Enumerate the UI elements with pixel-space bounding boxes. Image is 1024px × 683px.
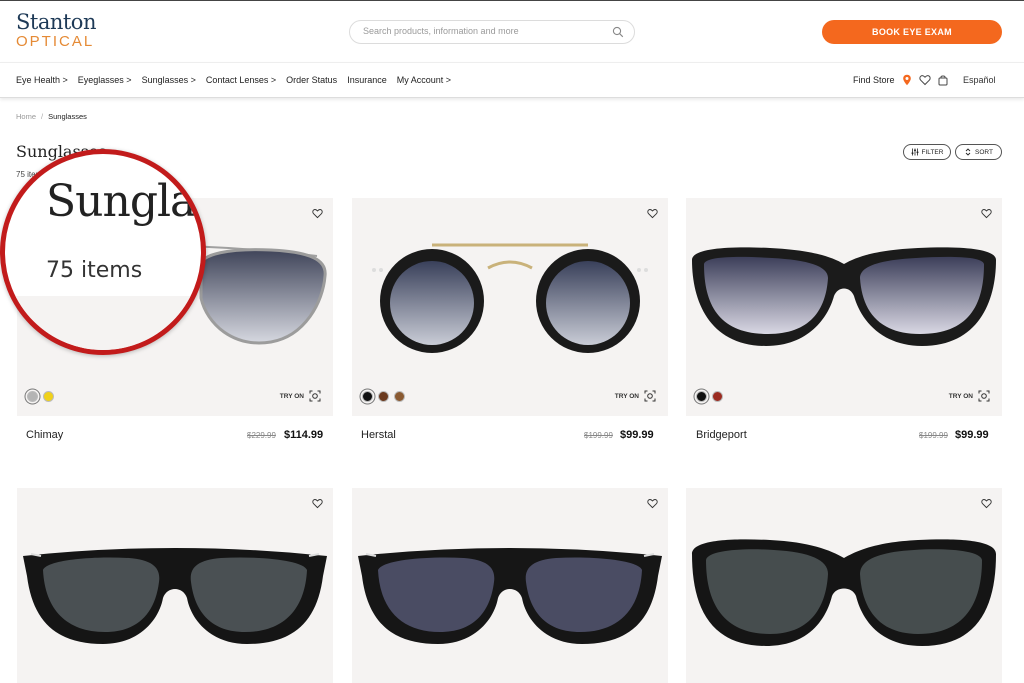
original-price: $199.99 — [584, 431, 613, 440]
sort-label: SORT — [975, 148, 993, 156]
product-image-bridgeport[interactable] — [690, 238, 998, 363]
original-price: $199.99 — [919, 431, 948, 440]
logo-main-text: Stanton — [16, 10, 96, 34]
magnified-item-count: 75 items — [46, 258, 143, 283]
color-swatch[interactable] — [43, 391, 54, 402]
find-store-link[interactable]: Find Store — [853, 75, 895, 85]
location-pin-icon[interactable] — [901, 74, 913, 86]
language-switch[interactable]: Español — [963, 75, 996, 85]
search-input[interactable] — [363, 26, 603, 36]
book-eye-exam-button[interactable]: BOOK EYE EXAM — [822, 20, 1002, 44]
color-swatches — [27, 391, 54, 402]
favorite-heart-icon[interactable] — [647, 208, 658, 219]
logo[interactable]: Stanton OPTICAL — [16, 11, 96, 50]
main-nav: Eye Health > Eyeglasses > Sunglasses > C… — [0, 62, 1024, 98]
color-swatch[interactable] — [394, 391, 405, 402]
product-card[interactable] — [17, 488, 333, 683]
try-on-button[interactable]: TRY ON — [615, 390, 656, 402]
logo-sub-text: OPTICAL — [16, 33, 95, 50]
product-name[interactable]: Bridgeport — [696, 429, 747, 441]
color-swatch[interactable] — [362, 391, 373, 402]
nav-utilities: Find Store — [853, 74, 949, 86]
nav-item-my-account[interactable]: My Account > — [397, 75, 451, 85]
sale-price: $114.99 — [284, 429, 324, 441]
magnified-page-title: Sungla — [46, 176, 196, 227]
try-on-button[interactable]: TRY ON — [949, 390, 990, 402]
product-image-herstal[interactable] — [356, 238, 664, 363]
try-on-label: TRY ON — [948, 392, 973, 400]
product-card-herstal[interactable]: TRY ON — [352, 198, 668, 416]
color-swatch[interactable] — [27, 391, 38, 402]
wishlist-heart-icon[interactable] — [918, 74, 931, 86]
camera-scan-icon — [309, 390, 321, 402]
product-image[interactable] — [690, 534, 998, 659]
color-swatch[interactable] — [378, 391, 389, 402]
magnifier-overlay: Sungla 75 items — [0, 149, 206, 355]
product-card[interactable] — [686, 488, 1002, 683]
try-on-button[interactable]: TRY ON — [280, 390, 321, 402]
product-image[interactable] — [356, 536, 664, 661]
sale-price: $99.99 — [955, 429, 989, 441]
sort-arrows-icon — [965, 148, 971, 156]
breadcrumb-home[interactable]: Home — [16, 112, 36, 121]
search-icon[interactable] — [612, 26, 624, 38]
try-on-label: TRY ON — [614, 392, 639, 400]
nav-menu: Eye Health > Eyeglasses > Sunglasses > C… — [16, 75, 451, 85]
favorite-heart-icon[interactable] — [981, 498, 992, 509]
breadcrumb-current: Sunglasses — [48, 112, 87, 121]
favorite-heart-icon[interactable] — [647, 498, 658, 509]
product-image[interactable] — [21, 536, 329, 661]
search-bar[interactable] — [349, 20, 635, 44]
sale-price: $99.99 — [620, 429, 654, 441]
product-card-bridgeport[interactable]: TRY ON — [686, 198, 1002, 416]
product-name[interactable]: Chimay — [26, 429, 63, 441]
nav-item-contact-lenses[interactable]: Contact Lenses > — [206, 75, 276, 85]
original-price: $229.99 — [247, 431, 276, 440]
filter-sliders-icon — [911, 148, 918, 156]
camera-scan-icon — [978, 390, 990, 402]
breadcrumb: Home / Sunglasses — [16, 112, 87, 121]
favorite-heart-icon[interactable] — [312, 208, 323, 219]
product-card[interactable] — [352, 488, 668, 683]
nav-item-eyeglasses[interactable]: Eyeglasses > — [78, 75, 132, 85]
camera-scan-icon — [644, 390, 656, 402]
shopping-bag-icon[interactable] — [937, 74, 949, 86]
filter-button[interactable]: FILTER — [903, 144, 951, 160]
nav-item-sunglasses[interactable]: Sunglasses > — [142, 75, 196, 85]
filter-label: FILTER — [921, 148, 944, 156]
color-swatches — [362, 391, 405, 402]
favorite-heart-icon[interactable] — [981, 208, 992, 219]
nav-item-insurance[interactable]: Insurance — [347, 75, 387, 85]
color-swatch[interactable] — [712, 391, 723, 402]
sort-button[interactable]: SORT — [955, 144, 1002, 160]
nav-item-order-status[interactable]: Order Status — [286, 75, 337, 85]
nav-item-eye-health[interactable]: Eye Health > — [16, 75, 68, 85]
product-name[interactable]: Herstal — [361, 429, 396, 441]
breadcrumb-separator: / — [41, 112, 44, 121]
top-header: Stanton OPTICAL BOOK EYE EXAM — [0, 0, 1024, 62]
favorite-heart-icon[interactable] — [312, 498, 323, 509]
color-swatches — [696, 391, 723, 402]
magnified-card-background — [5, 296, 201, 350]
color-swatch[interactable] — [696, 391, 707, 402]
try-on-label: TRY ON — [279, 392, 304, 400]
